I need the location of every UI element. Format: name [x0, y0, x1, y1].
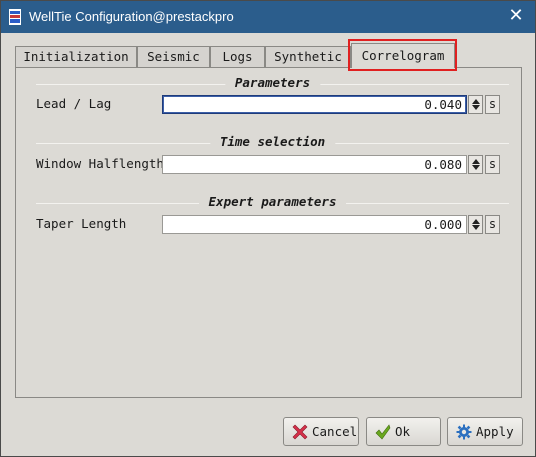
spin-down-icon[interactable]: [472, 225, 480, 230]
tab-seismic[interactable]: Seismic: [137, 46, 210, 68]
section-title: Expert parameters: [198, 194, 347, 209]
window-halflength-input[interactable]: 0.080: [162, 155, 467, 174]
taper-length-label: Taper Length: [36, 216, 127, 231]
taper-length-spinner[interactable]: [468, 215, 483, 234]
spin-down-icon[interactable]: [472, 105, 480, 110]
time-selection-section-header: Time selection: [36, 134, 509, 150]
cancel-button[interactable]: Cancel: [283, 417, 359, 446]
spin-up-icon[interactable]: [472, 159, 480, 164]
taper-length-unit-button[interactable]: s: [485, 215, 500, 234]
gear-icon: [456, 424, 472, 440]
tab-synthetic[interactable]: Synthetic: [265, 46, 351, 68]
window-halflength-spinner[interactable]: [468, 155, 483, 174]
window-title: WellTie Configuration@prestackpro: [29, 9, 234, 24]
spin-up-icon[interactable]: [472, 219, 480, 224]
lead-lag-input[interactable]: 0.040: [162, 95, 467, 114]
apply-label: Apply: [476, 424, 514, 439]
title-bar: WellTie Configuration@prestackpro ✕: [1, 1, 535, 33]
tab-initialization[interactable]: Initialization: [15, 46, 137, 68]
cancel-x-icon: [292, 424, 308, 440]
section-title: Parameters: [224, 75, 321, 90]
lead-lag-label: Lead / Lag: [36, 96, 112, 111]
spin-down-icon[interactable]: [472, 165, 480, 170]
ok-label: Ok: [395, 424, 411, 439]
ok-button[interactable]: Ok: [366, 417, 441, 446]
apply-button[interactable]: Apply: [447, 417, 523, 446]
tab-correlogram[interactable]: Correlogram: [351, 43, 455, 68]
cancel-label: Cancel: [312, 424, 358, 439]
spin-up-icon[interactable]: [472, 99, 480, 104]
close-icon[interactable]: ✕: [507, 6, 525, 26]
correlogram-panel: Parameters Lead / Lag 0.040 s Time selec…: [15, 67, 522, 398]
app-icon: [9, 9, 21, 25]
lead-lag-unit-button[interactable]: s: [485, 95, 500, 114]
tab-logs[interactable]: Logs: [210, 46, 265, 68]
check-icon: [375, 424, 391, 440]
parameters-section-header: Parameters: [36, 75, 509, 91]
expert-parameters-section-header: Expert parameters: [36, 194, 509, 210]
dialog-window: WellTie Configuration@prestackpro ✕ Init…: [0, 0, 536, 457]
taper-length-input[interactable]: 0.000: [162, 215, 467, 234]
window-halflength-unit-button[interactable]: s: [485, 155, 500, 174]
section-title: Time selection: [209, 134, 336, 149]
lead-lag-spinner[interactable]: [468, 95, 483, 114]
window-halflength-label: Window Halflength: [36, 156, 164, 171]
